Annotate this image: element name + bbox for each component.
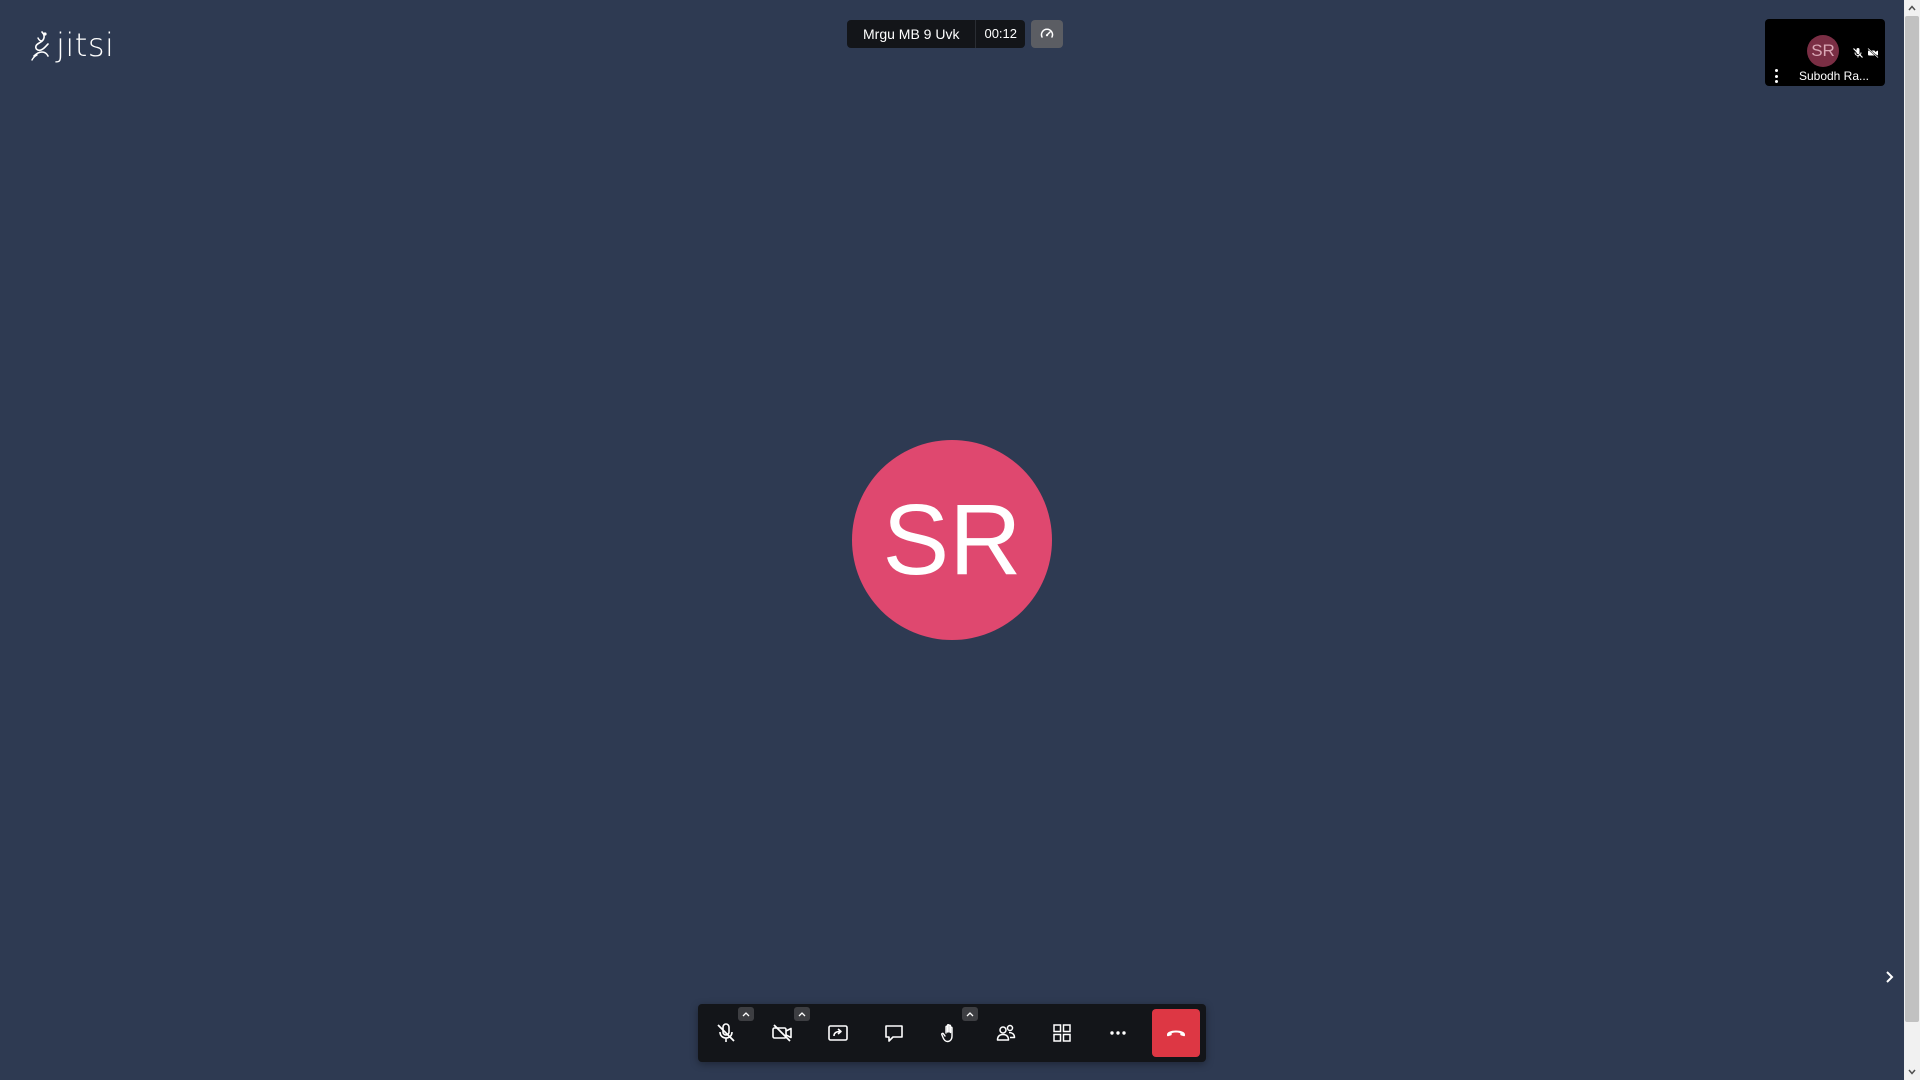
reactions-options-button[interactable] [962,1007,978,1021]
meeting-timer: 00:12 [975,20,1026,48]
participants-button[interactable] [982,1009,1030,1057]
tile-view-button[interactable] [1038,1009,1086,1057]
scroll-up-icon[interactable] [1904,0,1920,16]
filmstrip-toggle-button[interactable] [1882,967,1896,987]
thumbnail-menu-icon[interactable] [1773,69,1779,83]
gauge-icon [1040,28,1054,38]
jitsi-logo-icon [31,31,49,61]
leave-meeting-button[interactable] [1152,1009,1200,1057]
chevron-right-icon [1886,971,1894,983]
camera-off-icon [772,1024,792,1042]
connection-quality-button[interactable] [1031,20,1064,48]
grid-icon [1053,1024,1071,1042]
thumbnail-avatar: SR [1807,35,1839,67]
logo-text: jitsi [56,26,115,64]
meeting-stage: jitsi Mrgu MB 9 Uvk 00:12 SR Subodh Ra..… [0,0,1920,1080]
large-avatar: SR [852,440,1052,640]
share-screen-button[interactable] [814,1009,862,1057]
main-toolbar [698,1004,1206,1062]
chat-button[interactable] [870,1009,918,1057]
hand-icon [941,1024,953,1043]
chevron-up-icon [966,1011,974,1016]
more-actions-button[interactable] [1094,1009,1142,1057]
camera-options-button[interactable] [794,1007,810,1021]
mic-muted-icon [1853,48,1863,58]
vertical-scrollbar[interactable] [1904,0,1920,1080]
participants-icon [996,1024,1016,1041]
hangup-icon [1167,1030,1185,1037]
jitsi-logo[interactable]: jitsi [30,28,114,62]
chevron-up-icon [742,1011,750,1016]
chevron-up-icon [798,1011,806,1016]
microphone-options-button[interactable] [738,1007,754,1021]
screen-share-icon [828,1025,848,1041]
camera-muted-icon [1867,47,1879,59]
scrollbar-thumb[interactable] [1905,16,1919,1022]
chat-icon [885,1025,903,1042]
meeting-subject: Mrgu MB 9 Uvk [847,20,976,48]
scroll-down-icon[interactable] [1904,1064,1920,1080]
more-horizontal-icon [1110,1031,1126,1035]
participant-name: Subodh Ra... [1798,69,1870,83]
participant-thumbnail[interactable]: SR Subodh Ra... [1765,19,1885,86]
conference-info: Mrgu MB 9 Uvk 00:12 [847,20,1064,48]
mic-off-icon [717,1023,735,1042]
